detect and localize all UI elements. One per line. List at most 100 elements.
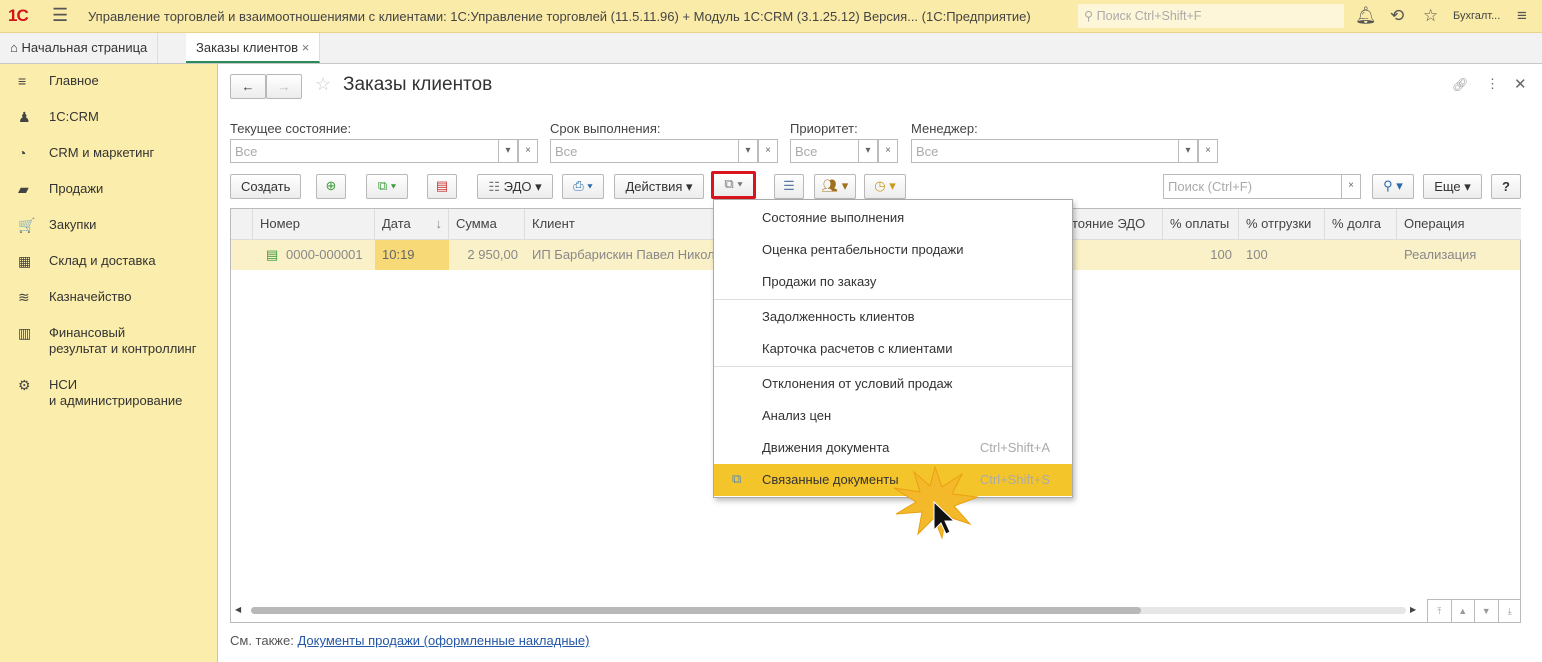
sidebar-item[interactable]: ▰ Продажи [0, 181, 217, 197]
sidebar-item[interactable]: ◔ CRM и маркетинг [0, 145, 217, 161]
column-header-shipped[interactable]: % отгрузки [1239, 209, 1325, 240]
sidebar-icon: ▰ [18, 181, 29, 197]
add-participants-button[interactable]: 👥︎ ▾ [814, 174, 856, 199]
sort-desc-icon: ↓ [435, 216, 443, 231]
column-header-date[interactable]: Дата ↓ [375, 209, 449, 240]
sidebar: ≡ Главное ♟ 1С:CRM ◔ CRM и маркетинг ▰ Продажи 🛒… [0, 64, 218, 662]
sidebar-item[interactable]: ♟ 1С:CRM [0, 109, 217, 125]
print-button[interactable]: ⎙ ▾ [562, 174, 604, 199]
sidebar-item[interactable]: ≋ Казначейство [0, 289, 217, 305]
date-label: Дата [382, 216, 411, 231]
menu-item[interactable]: Состояние выполнения [714, 202, 1072, 234]
column-header-debt[interactable]: % долга [1325, 209, 1397, 240]
menu-icon[interactable]: ☰ [52, 5, 68, 26]
filter-label-priority: Приоритет: [790, 121, 858, 136]
user-name[interactable]: Бухгалт... [1453, 10, 1500, 22]
tab-home[interactable]: ⌂ Начальная страница [0, 33, 159, 63]
column-header-paid[interactable]: % оплаты [1163, 209, 1239, 240]
sidebar-item[interactable]: ≡ Главное [0, 73, 217, 89]
sidebar-item-label: Продажи [49, 181, 104, 196]
horizontal-scrollbar[interactable] [251, 607, 1406, 614]
clear-icon[interactable]: × [1198, 139, 1218, 163]
filter-manager-input[interactable]: Все [911, 139, 1179, 163]
list-search-input[interactable]: Поиск (Ctrl+F) [1163, 174, 1342, 199]
clear-icon[interactable]: × [878, 139, 898, 163]
menu-item[interactable]: Движения документа Ctrl+Shift+A [714, 432, 1072, 464]
actions-button[interactable]: Действия ▾ [614, 174, 704, 199]
dropdown-arrow-icon[interactable]: ▾ [498, 139, 518, 163]
filter-label-manager: Менеджер: [911, 121, 978, 136]
dropdown-arrow-icon[interactable]: ▾ [738, 139, 758, 163]
column-header-number[interactable]: Номер [253, 209, 375, 240]
reports-dropdown-menu: Состояние выполнения Оценка рентабельност… [713, 199, 1073, 498]
scrollbar-thumb[interactable] [251, 607, 1141, 614]
help-button[interactable]: ? [1491, 174, 1521, 199]
cell-paid: 100 [1210, 247, 1232, 262]
menu-item[interactable]: Анализ цен [714, 400, 1072, 432]
menu-item[interactable]: Отклонения от условий продаж [714, 368, 1072, 400]
close-form-icon[interactable]: ✕ [1514, 75, 1527, 93]
tab-customer-orders[interactable]: Заказы клиентов × [186, 33, 321, 63]
filter-deadline-input[interactable]: Все [550, 139, 739, 163]
more-button[interactable]: Еще ▾ [1423, 174, 1482, 199]
sales-documents-link[interactable]: Документы продажи (оформленные накладные… [297, 633, 589, 648]
reminder-button[interactable]: ◷ ▾ [864, 174, 906, 199]
sidebar-item[interactable]: ▦ Склад и доставка [0, 253, 217, 269]
settings-menu-icon[interactable]: ≡ [1517, 6, 1527, 26]
sidebar-item[interactable]: 🛒 Закупки [0, 217, 217, 233]
last-row-icon[interactable]: ⤓ [1499, 600, 1522, 623]
menu-item[interactable]: Задолженность клиентов [714, 301, 1072, 333]
star-icon[interactable]: ☆ [1423, 6, 1438, 26]
cell-date: 10:19 [375, 240, 449, 270]
scroll-right-icon[interactable]: ▶ [1410, 605, 1416, 614]
filter-state-input[interactable]: Все [230, 139, 499, 163]
create-based-on-button[interactable]: ⧉ ▾ [366, 174, 408, 199]
bell-icon[interactable]: 🔔︎ [1355, 6, 1377, 26]
history-icon[interactable]: ⟲ [1390, 6, 1404, 26]
menu-item-label: Задолженность клиентов [762, 309, 915, 324]
page-title: Заказы клиентов [343, 74, 493, 95]
column-header-operation[interactable]: Операция [1397, 209, 1521, 240]
clear-icon[interactable]: × [518, 139, 538, 163]
menu-item-label: Оценка рентабельности продажи [762, 242, 964, 257]
menu-item[interactable]: Продажи по заказу [714, 266, 1072, 298]
clear-search-icon[interactable]: × [1341, 174, 1361, 199]
edo-button[interactable]: ☷ ЭДО ▾ [477, 174, 553, 199]
copy-document-button[interactable]: ⊕ [316, 174, 346, 199]
sidebar-icon: ♟ [18, 109, 31, 125]
prev-row-icon[interactable]: ▲ [1452, 600, 1475, 623]
back-button[interactable]: ← [230, 74, 266, 99]
global-search-input[interactable]: ⚲ Поиск Ctrl+Shift+F [1078, 4, 1344, 28]
menu-item-shortcut: Ctrl+Shift+S [979, 472, 1050, 487]
column-header-sum[interactable]: Сумма [449, 209, 525, 240]
column-header-edo-state[interactable]: тояние ЭДО [1065, 209, 1163, 240]
menu-item[interactable]: Оценка рентабельности продажи [714, 234, 1072, 266]
menu-item-label: Отклонения от условий продаж [762, 376, 953, 391]
first-row-icon[interactable]: ⤒ [1428, 600, 1452, 623]
cell-sum: 2 950,00 [467, 247, 518, 262]
clear-icon[interactable]: × [758, 139, 778, 163]
barcode-button[interactable]: ▤ [427, 174, 457, 199]
search-options-button[interactable]: ⚲ ▾ [1372, 174, 1414, 199]
column-header-marker [231, 209, 253, 240]
close-icon[interactable]: × [302, 40, 310, 55]
list-button[interactable]: ☰ [774, 174, 804, 199]
menu-item-shortcut: Ctrl+Shift+A [979, 440, 1050, 455]
filter-priority-input[interactable]: Все [790, 139, 859, 163]
dropdown-arrow-icon[interactable]: ▾ [858, 139, 878, 163]
scroll-left-icon[interactable]: ◀ [235, 605, 241, 614]
dropdown-arrow-icon[interactable]: ▾ [1178, 139, 1198, 163]
sidebar-icon: ▥ [18, 325, 32, 341]
menu-item[interactable]: Карточка расчетов с клиентами [714, 333, 1072, 365]
next-row-icon[interactable]: ▼ [1475, 600, 1499, 623]
create-button[interactable]: Создать [230, 174, 302, 199]
sidebar-item[interactable]: ⚙ НСИ и администрирование [0, 377, 217, 409]
favorite-star-icon[interactable]: ☆ [315, 74, 331, 95]
sidebar-item[interactable]: ▥ Финансовый результат и контроллинг [0, 325, 217, 357]
more-vertical-icon[interactable]: ⋮ [1486, 76, 1499, 92]
sidebar-icon: 🛒 [18, 217, 36, 233]
forward-button[interactable]: → [266, 74, 302, 99]
link-icon[interactable]: 🔗︎ [1452, 77, 1469, 93]
home-icon: ⌂ [10, 40, 18, 55]
reports-button[interactable]: ⧉ ▾ [711, 171, 756, 199]
